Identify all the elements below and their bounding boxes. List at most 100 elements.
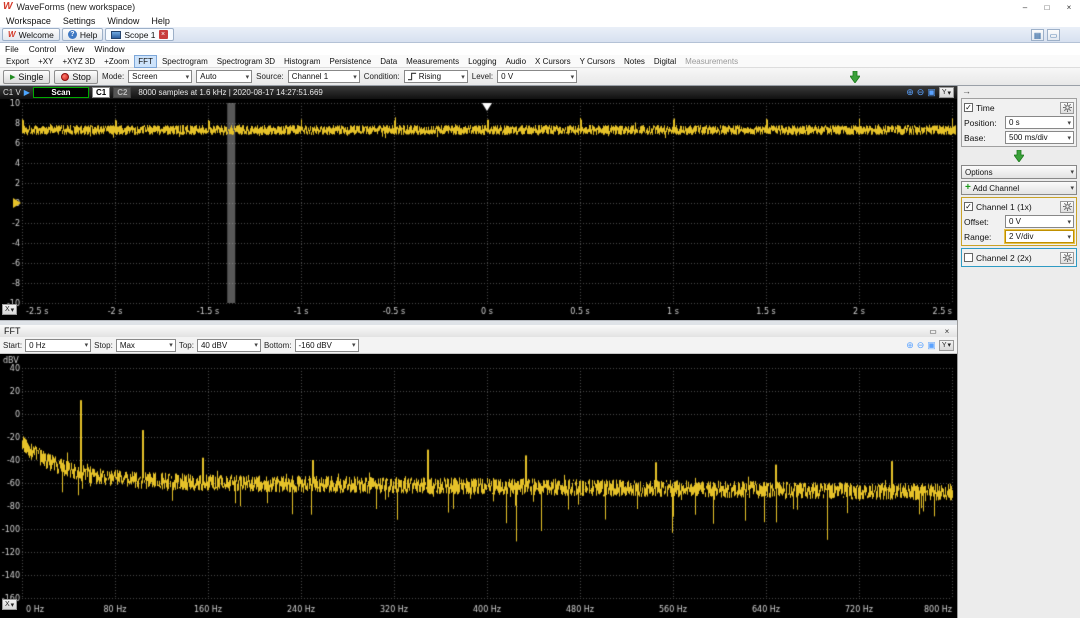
close-panel-icon[interactable]: × xyxy=(941,327,953,336)
options-select[interactable]: Options ▾ xyxy=(961,165,1077,179)
scope-plot-header: C1 V ▶ Scan C1 C2 8000 samples at 1.6 kH… xyxy=(0,86,957,99)
view-digital[interactable]: Digital xyxy=(650,55,680,68)
level-select[interactable]: 0 V ▾ xyxy=(497,70,577,83)
fft-start-select[interactable]: 0 Hz ▾ xyxy=(25,339,91,352)
view-histogram[interactable]: Histogram xyxy=(280,55,324,68)
source-label: Source: xyxy=(256,72,284,81)
channel1-gear-icon[interactable] xyxy=(1060,201,1074,213)
fft-zoom-out-icon[interactable]: ⊖ xyxy=(917,340,925,351)
view-export[interactable]: Export xyxy=(2,55,33,68)
fft-top-select[interactable]: 40 dBV ▾ xyxy=(197,339,261,352)
level-label: Level: xyxy=(472,72,493,81)
chevron-down-icon: ▾ xyxy=(186,73,190,81)
view-measurements-disabled: Measurements xyxy=(681,55,742,68)
fft-start-label: Start: xyxy=(3,341,22,350)
scope-control-toolbar: ▶ Single Stop Mode: Screen ▾ Auto ▾ Sour… xyxy=(0,68,1080,86)
grid-icon[interactable]: ▦ xyxy=(1031,29,1044,41)
arrow-down-icon xyxy=(958,149,1080,164)
add-channel-button[interactable]: + Add Channel ▾ xyxy=(961,181,1077,195)
fft-zoom-fit-icon[interactable]: ▣ xyxy=(927,340,936,351)
channel2-toggle-button[interactable]: C2 xyxy=(113,87,131,98)
fft-stop-select[interactable]: Max ▾ xyxy=(116,339,176,352)
minimize-icon[interactable]: – xyxy=(1014,1,1036,14)
view-y-cursors[interactable]: Y Cursors xyxy=(576,55,619,68)
view-persistence[interactable]: Persistence xyxy=(325,55,375,68)
range-select[interactable]: 2 V/div ▾ xyxy=(1005,230,1074,243)
chevron-down-icon: ▾ xyxy=(461,73,465,81)
menu-workspace[interactable]: Workspace xyxy=(0,16,57,26)
arrow-down-icon xyxy=(850,71,860,85)
view-fft[interactable]: FFT xyxy=(134,55,157,68)
view-data[interactable]: Data xyxy=(376,55,401,68)
view-xyz3d[interactable]: +XYZ 3D xyxy=(58,55,99,68)
chevron-down-icon: ▾ xyxy=(11,306,15,314)
single-button[interactable]: ▶ Single xyxy=(3,70,50,84)
close-tab-icon[interactable]: × xyxy=(159,30,168,39)
chevron-down-icon: ▾ xyxy=(1067,218,1071,226)
view-audio[interactable]: Audio xyxy=(502,55,530,68)
chevron-down-icon: ▾ xyxy=(1067,233,1071,241)
offset-select[interactable]: 0 V ▾ xyxy=(1005,215,1074,228)
menu-file[interactable]: File xyxy=(0,44,24,54)
view-spectrogram[interactable]: Spectrogram xyxy=(158,55,212,68)
trigger-mode-select[interactable]: Auto ▾ xyxy=(196,70,252,83)
view-zoom[interactable]: +Zoom xyxy=(100,55,133,68)
chevron-down-icon: ▾ xyxy=(246,73,250,81)
tab-welcome[interactable]: W Welcome xyxy=(2,28,60,41)
channel1-toggle-button[interactable]: C1 xyxy=(92,87,110,98)
zoom-fit-icon[interactable]: ▣ xyxy=(927,87,936,98)
position-select[interactable]: 0 s ▾ xyxy=(1005,116,1074,129)
float-panel-icon[interactable]: ▭ xyxy=(927,327,939,336)
fft-x-axis-button[interactable]: X ▾ xyxy=(2,599,17,610)
channel2-checkbox[interactable]: ✓ xyxy=(964,253,973,262)
tab-scope1[interactable]: Scope 1 × xyxy=(105,28,173,41)
fft-bottom-select[interactable]: -160 dBV ▾ xyxy=(295,339,359,352)
mode-select[interactable]: Screen ▾ xyxy=(128,70,192,83)
menu-scope-window[interactable]: Window xyxy=(89,44,129,54)
view-x-cursors[interactable]: X Cursors xyxy=(531,55,575,68)
channel2-gear-icon[interactable] xyxy=(1060,252,1074,264)
menu-window[interactable]: Window xyxy=(101,16,145,26)
fft-y-axis-menu-button[interactable]: Y ▾ xyxy=(939,340,954,351)
view-logging[interactable]: Logging xyxy=(464,55,500,68)
channel1-checkbox[interactable]: ✓ xyxy=(964,202,973,211)
view-spectrogram3d[interactable]: Spectrogram 3D xyxy=(213,55,279,68)
y-axis-menu-button[interactable]: Y ▾ xyxy=(939,87,954,98)
collapse-arrow-icon[interactable]: → xyxy=(962,87,971,96)
single-label: Single xyxy=(18,72,43,82)
tab-help[interactable]: ? Help xyxy=(62,28,103,41)
scope-x-axis-button[interactable]: X ▾ xyxy=(2,304,17,315)
fft-bottom-label: Bottom: xyxy=(264,341,292,350)
time-checkbox[interactable]: ✓ xyxy=(964,103,973,112)
fft-zoom-in-icon[interactable]: ⊕ xyxy=(906,340,914,351)
rising-edge-icon xyxy=(408,72,417,81)
view-notes[interactable]: Notes xyxy=(620,55,649,68)
view-measurements[interactable]: Measurements xyxy=(402,55,463,68)
view-toolbar: Export +XY +XYZ 3D +Zoom FFT Spectrogram… xyxy=(0,55,1080,68)
chevron-down-icon: ▾ xyxy=(1067,134,1071,142)
titlebar: W WaveForms (new workspace) – □ × xyxy=(0,0,1080,14)
fft-plot-canvas[interactable] xyxy=(0,354,957,618)
base-select[interactable]: 500 ms/div ▾ xyxy=(1005,131,1074,144)
condition-select[interactable]: Rising ▾ xyxy=(404,70,468,83)
zoom-in-icon[interactable]: ⊕ xyxy=(906,87,914,98)
stop-button[interactable]: Stop xyxy=(54,70,98,84)
zoom-out-icon[interactable]: ⊖ xyxy=(917,87,925,98)
panel-icon[interactable]: ▭ xyxy=(1047,29,1060,41)
menu-settings[interactable]: Settings xyxy=(57,16,102,26)
tab-label: Welcome xyxy=(19,30,54,40)
source-select[interactable]: Channel 1 ▾ xyxy=(288,70,360,83)
menu-control[interactable]: Control xyxy=(24,44,61,54)
view-xy[interactable]: +XY xyxy=(34,55,57,68)
chevron-down-icon: ▾ xyxy=(1067,119,1071,127)
config-panel: → ✓ Time Position: 0 s ▾ Base: 500 m xyxy=(957,86,1080,618)
stop-label: Stop xyxy=(72,72,91,82)
menu-help[interactable]: Help xyxy=(145,16,176,26)
time-gear-icon[interactable] xyxy=(1060,102,1074,114)
fft-title: FFT xyxy=(4,326,21,336)
menu-view[interactable]: View xyxy=(61,44,89,54)
scope-plot-canvas[interactable] xyxy=(0,99,957,320)
fft-header-buttons: ▭ × xyxy=(927,327,953,336)
close-icon[interactable]: × xyxy=(1058,1,1080,14)
maximize-icon[interactable]: □ xyxy=(1036,1,1058,14)
